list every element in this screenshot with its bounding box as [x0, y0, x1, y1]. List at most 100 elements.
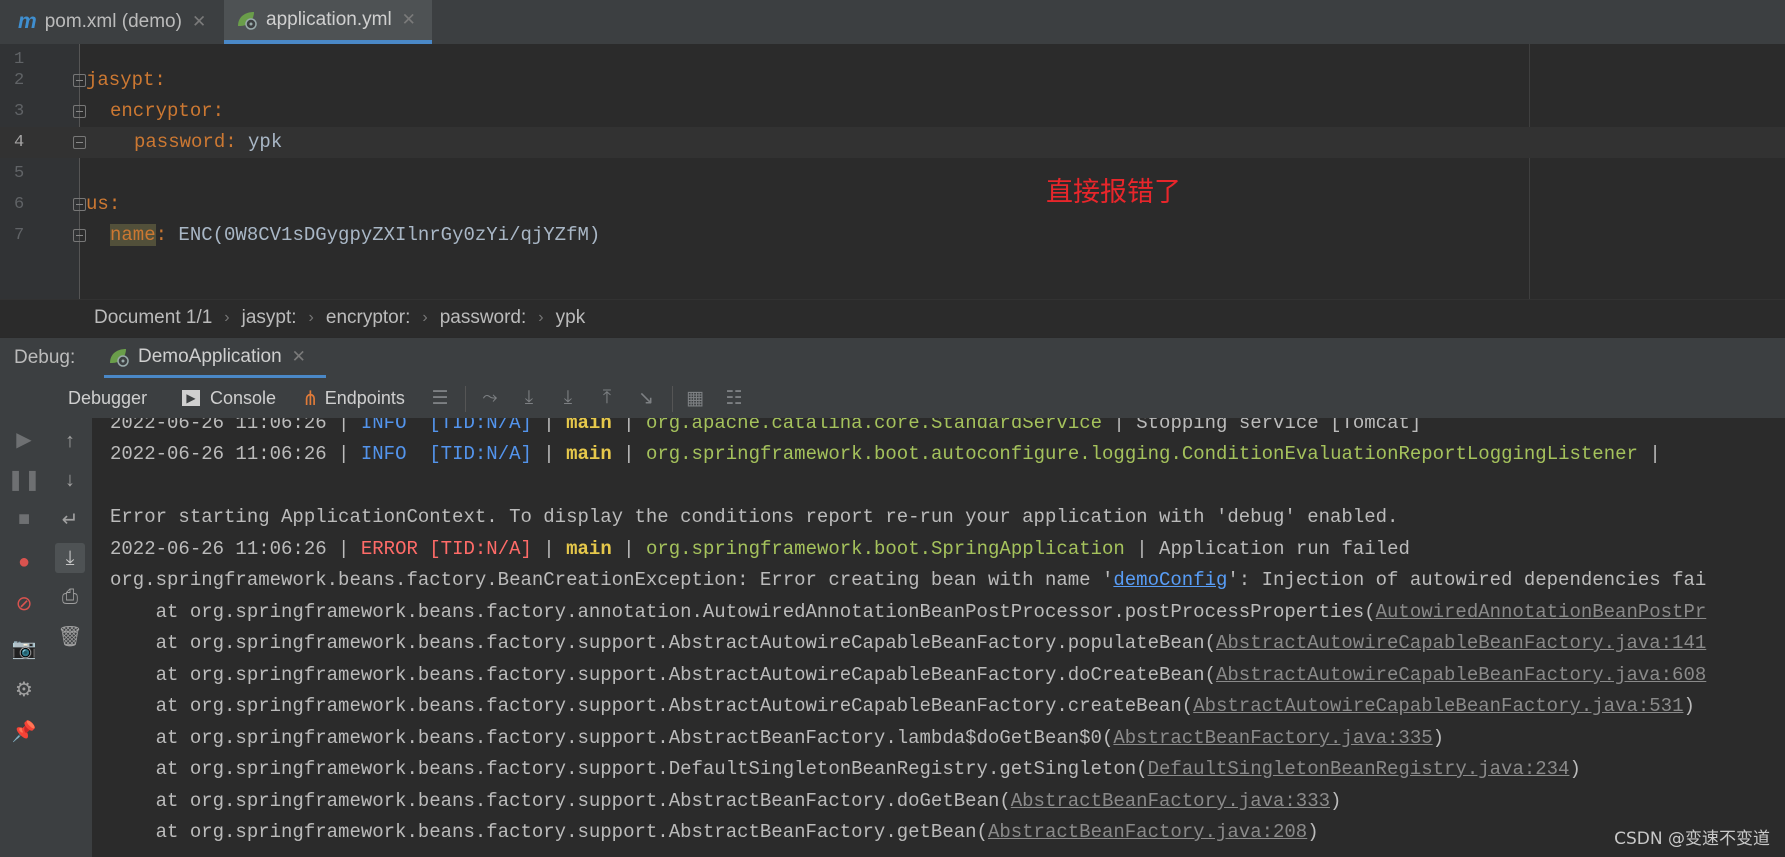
tab-label: Console — [210, 387, 277, 408]
stack-frame: at org.springframework.beans.factory.sup… — [110, 632, 1216, 654]
yaml-key: encryptor — [110, 100, 213, 122]
breadcrumb-item[interactable]: password: — [440, 307, 527, 329]
chevron-right-icon: › — [422, 308, 428, 326]
code-line: 7 name: ENC(0W8CV1sDGygpyZXIlnrGy0zYi/qj… — [0, 220, 1785, 251]
yaml-key: jasypt — [86, 69, 155, 91]
trash-icon[interactable]: 🗑 — [55, 621, 85, 651]
stack-frame-end: ) — [1432, 727, 1445, 749]
show-execution-point-icon[interactable]: ⤳ — [478, 386, 502, 410]
stack-frame: at org.springframework.beans.factory.sup… — [110, 790, 1011, 812]
line-number: 3 — [14, 102, 25, 121]
step-into-icon[interactable]: ⤓ — [556, 386, 580, 410]
breadcrumb-item[interactable]: Document 1/1 — [94, 307, 212, 329]
stack-trace-line: at org.springframework.beans.factory.sup… — [110, 757, 1581, 781]
log-tid: [TID:N/A] — [429, 418, 532, 434]
fold-icon[interactable] — [73, 136, 86, 149]
log-tid: [TID:N/A] — [429, 443, 532, 465]
tab-console[interactable]: ▶ Console — [182, 378, 276, 418]
tab-endpoints[interactable]: ⋔ Endpoints — [302, 378, 405, 418]
evaluate-expression-icon[interactable]: ▦ — [683, 386, 707, 410]
settings-gear-icon[interactable]: ⚙ — [9, 674, 39, 704]
log-timestamp: 2022-06-26 11:06:26 — [110, 418, 327, 434]
source-link[interactable]: AutowiredAnnotationBeanPostPr — [1376, 601, 1707, 623]
pause-icon[interactable]: ❚❚ — [7, 464, 41, 494]
tab-debugger[interactable]: Debugger — [68, 378, 147, 418]
log-line: org.springframework.beans.factory.BeanCr… — [110, 568, 1706, 592]
console-output[interactable]: 2022-06-26 11:06:26 | INFO [TID:N/A] | m… — [92, 418, 1785, 857]
soft-wrap-icon[interactable]: ↵ — [55, 504, 85, 534]
stop-icon[interactable]: ■ — [9, 504, 39, 534]
yaml-value: ENC(0W8CV1sDGygpyZXIlnrGy0zYi/qjYZfM) — [178, 224, 601, 246]
breadcrumb-item[interactable]: jasypt: — [242, 307, 297, 329]
annotation-text: 直接报错了 — [1046, 177, 1181, 208]
stack-frame-end: ) — [1569, 758, 1581, 780]
log-thread: main — [566, 418, 612, 434]
debug-left-toolbar: ▶ ❚❚ ■ ● ⊘ 📷 ⚙ 📌 — [0, 378, 49, 857]
log-message: | — [1637, 443, 1661, 465]
fold-icon[interactable] — [73, 229, 86, 242]
exception-text: org.springframework.beans.factory.BeanCr… — [110, 569, 1114, 591]
endpoints-icon: ⋔ — [302, 387, 319, 410]
stack-frame: at org.springframework.beans.factory.sup… — [110, 758, 1148, 780]
close-icon[interactable]: ✕ — [192, 12, 206, 32]
stack-frame-end: ) — [1330, 790, 1342, 812]
line-number: 6 — [14, 195, 25, 214]
arrow-up-icon[interactable]: ↑ — [55, 426, 85, 456]
camera-icon[interactable]: 📷 — [9, 633, 39, 663]
menu-icon[interactable]: ☰ — [428, 386, 452, 410]
log-tid: [TID:N/A] — [429, 538, 532, 560]
fold-icon[interactable] — [73, 105, 86, 118]
stack-trace-line: at org.springframework.beans.factory.sup… — [110, 694, 1695, 718]
source-link[interactable]: AbstractBeanFactory.java:333 — [1011, 790, 1330, 812]
breadcrumb: Document 1/1 › jasypt: › encryptor: › pa… — [0, 299, 1785, 335]
code-editor[interactable]: 1 2 jasypt: 3 encryptor: 4 password: ypk… — [0, 44, 1785, 299]
source-link[interactable]: AbstractBeanFactory.java:335 — [1113, 727, 1432, 749]
run-tab-label: DemoApplication — [138, 345, 282, 367]
source-link[interactable]: AbstractAutowireCapableBeanFactory.java:… — [1216, 632, 1706, 654]
debug-tool-window-header: Debug: DemoApplication ✕ — [0, 337, 1785, 379]
source-link[interactable]: AbstractAutowireCapableBeanFactory.java:… — [1216, 664, 1706, 686]
fold-icon[interactable] — [73, 198, 86, 211]
close-icon[interactable]: ✕ — [402, 10, 416, 30]
breadcrumb-item[interactable]: encryptor: — [326, 307, 410, 329]
source-link[interactable]: AbstractBeanFactory.java:208 — [988, 821, 1307, 843]
log-message: | Stopping service [Tomcat] — [1102, 418, 1422, 434]
line-number: 2 — [14, 71, 25, 90]
breadcrumb-item[interactable]: ypk — [556, 307, 586, 329]
resume-icon[interactable]: ▶ — [9, 424, 39, 454]
pin-icon[interactable]: 📌 — [9, 716, 39, 746]
tab-application-yml[interactable]: application.yml ✕ — [224, 0, 432, 44]
log-level: INFO — [360, 418, 418, 434]
watermark-text: CSDN @变速不变道 — [1614, 829, 1770, 849]
mute-breakpoints-icon[interactable]: ⊘ — [9, 588, 39, 618]
console-side-toolbar: ↑ ↓ ↵ ⤓ ⎙ 🗑 — [48, 418, 93, 857]
source-link[interactable]: AbstractAutowireCapableBeanFactory.java:… — [1193, 695, 1683, 717]
code-line: 5 — [0, 158, 1785, 189]
step-over-icon[interactable]: ⤓ — [517, 386, 541, 410]
code-text: name: ENC(0W8CV1sDGygpyZXIlnrGy0zYi/qjYZ… — [110, 224, 601, 246]
spring-leaf-icon — [238, 12, 257, 30]
view-breakpoints-icon[interactable]: ● — [9, 547, 39, 577]
line-number: 5 — [14, 164, 25, 183]
run-to-cursor-icon[interactable]: ↘ — [634, 386, 658, 410]
log-line: 2022-06-26 11:06:26 | INFO [TID:N/A] | m… — [110, 443, 1661, 465]
step-out-icon[interactable]: ⤒ — [595, 386, 619, 410]
stack-frame: at org.springframework.beans.factory.sup… — [110, 821, 988, 843]
bean-link[interactable]: demoConfig — [1113, 569, 1227, 591]
log-line: Error starting ApplicationContext. To di… — [110, 506, 1399, 528]
maven-icon: m — [18, 10, 37, 33]
trace-current-stream-icon[interactable]: ☷ — [722, 386, 746, 410]
log-thread: main — [566, 443, 612, 465]
source-link[interactable]: DefaultSingletonBeanRegistry.java:234 — [1148, 758, 1570, 780]
print-icon[interactable]: ⎙ — [55, 582, 85, 612]
stack-frame: at org.springframework.beans.factory.sup… — [110, 695, 1194, 717]
tab-demo-application[interactable]: DemoApplication ✕ — [104, 338, 326, 378]
tab-pom-xml[interactable]: m pom.xml (demo) ✕ — [6, 0, 222, 44]
scroll-to-end-icon[interactable]: ⤓ — [55, 543, 85, 573]
close-icon[interactable]: ✕ — [292, 347, 306, 367]
log-timestamp: 2022-06-26 11:06:26 — [110, 443, 327, 465]
fold-icon[interactable] — [73, 74, 86, 87]
arrow-down-icon[interactable]: ↓ — [55, 465, 85, 495]
stack-trace-line: at org.springframework.beans.factory.sup… — [110, 789, 1342, 813]
log-message: | Application run failed — [1124, 538, 1410, 560]
